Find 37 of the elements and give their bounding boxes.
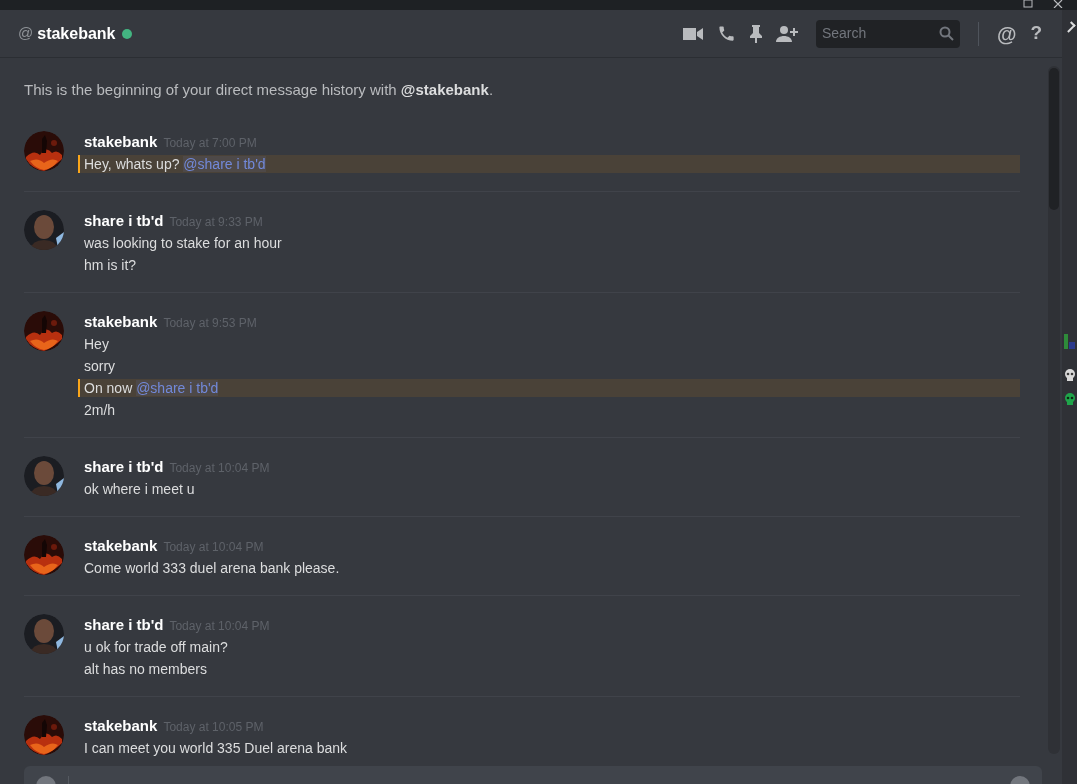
scrollbar-thumb[interactable]	[1049, 68, 1059, 210]
author-name[interactable]: stakebank	[84, 535, 158, 558]
add-friend-icon[interactable]	[775, 24, 798, 43]
author-name[interactable]: share i tb'd	[84, 614, 164, 637]
author-name[interactable]: stakebank	[84, 311, 158, 334]
search-icon[interactable]	[938, 26, 954, 41]
bar-icon[interactable]	[1062, 332, 1077, 350]
video-call-icon[interactable]	[682, 26, 703, 41]
at-sign: @	[18, 23, 34, 44]
search-field[interactable]: Search	[821, 23, 939, 44]
message-text: ok where i meet u	[84, 480, 196, 499]
message-text: hm is it?	[84, 256, 138, 275]
mentions-icon[interactable]: @	[996, 18, 1017, 49]
message-text: On now @share i tb'd	[78, 379, 1020, 397]
message-text: Hey	[84, 335, 110, 354]
close-icon[interactable]	[1053, 0, 1063, 8]
message-text: 2m/h	[84, 401, 117, 420]
message-text: u ok for trade off main?	[84, 638, 229, 657]
author-name[interactable]: stakebank	[84, 131, 158, 154]
history-intro-text: This is the beginning of your direct message history with @stakebank.	[24, 80, 495, 100]
message-text: Hey, whats up? @share i tb'd	[78, 155, 1020, 173]
skull-icon[interactable]	[1062, 392, 1077, 406]
skull-icon[interactable]	[1062, 368, 1077, 382]
message-text: I can meet you world 335 Duel arena bank	[84, 739, 349, 758]
phone-icon[interactable]	[716, 24, 736, 43]
message-text: Come world 333 duel arena bank please.	[84, 559, 341, 578]
help-icon[interactable]: ?	[1030, 19, 1042, 48]
author-name[interactable]: share i tb'd	[84, 210, 164, 233]
message-text: was looking to stake for an hour	[84, 234, 283, 253]
maximize-icon[interactable]	[1023, 0, 1033, 8]
author-name[interactable]: stakebank	[84, 715, 158, 738]
search-bar[interactable]: Search	[815, 19, 960, 48]
pin-icon[interactable]	[749, 24, 762, 43]
message-text: sorry	[84, 357, 117, 376]
author-name[interactable]: share i tb'd	[84, 456, 164, 479]
channel-name: stakebank	[37, 23, 116, 44]
message-text: alt has no members	[84, 660, 208, 679]
